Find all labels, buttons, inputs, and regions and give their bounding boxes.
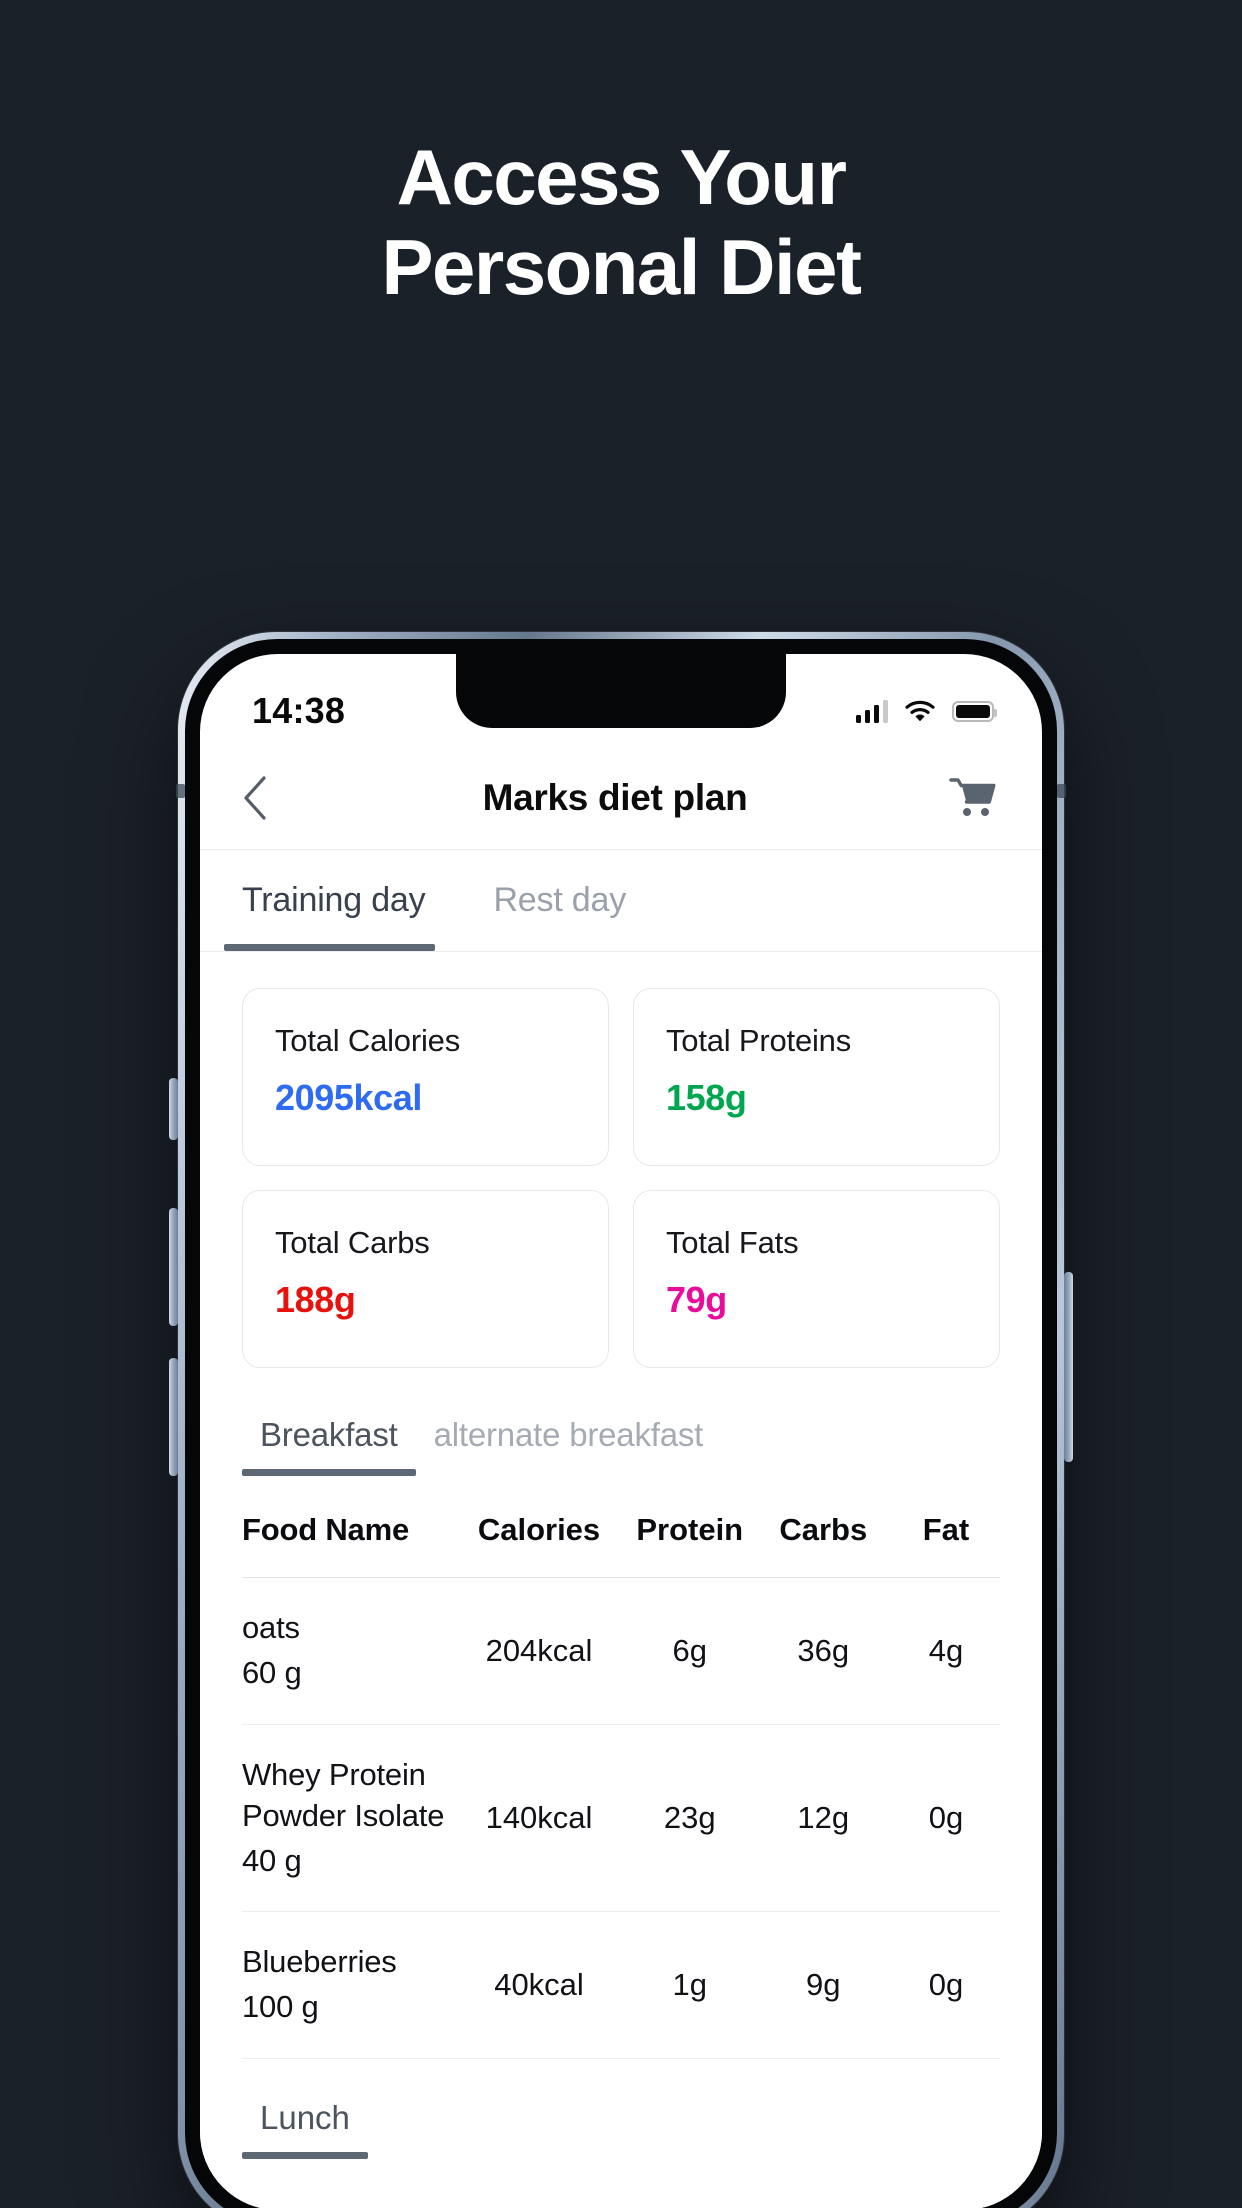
- antenna-seam-left: [176, 784, 185, 798]
- total-fats-value: 79g: [666, 1279, 727, 1320]
- promo-screenshot: Access Your Personal Diet 14:38 Marks di…: [0, 0, 1242, 2208]
- table-row[interactable]: Blueberries 100 g 40kcal 1g 9g 0g: [242, 1912, 1000, 2060]
- fat-cell: 0g: [928, 1967, 964, 2003]
- total-proteins-card: Total Proteins 158g: [633, 988, 1000, 1166]
- total-calories-value: 2095kcal: [275, 1077, 422, 1118]
- shopping-cart-icon: [949, 777, 996, 816]
- app-navigation-bar: Marks diet plan: [200, 746, 1042, 850]
- cart-button[interactable]: [942, 775, 1000, 821]
- column-header-calories: Calories: [477, 1512, 601, 1548]
- headline-line-1: Access Your: [396, 133, 847, 221]
- tab-lunch[interactable]: Lunch: [242, 2099, 368, 2160]
- total-carbs-label: Total Carbs: [275, 1225, 430, 1260]
- column-header-carbs: Carbs: [779, 1512, 868, 1548]
- food-name-text: oats: [242, 1609, 300, 1645]
- volume-down-button[interactable]: [169, 1358, 178, 1476]
- food-name-text: Whey Protein Powder Isolate: [242, 1756, 445, 1833]
- carbs-cell: 12g: [797, 1800, 850, 1836]
- total-carbs-value: 188g: [275, 1279, 356, 1320]
- calories-cell: 140kcal: [485, 1800, 593, 1836]
- meal-tab-bar: Breakfast alternate breakfast: [200, 1416, 1042, 1476]
- tab-breakfast-label: Breakfast: [260, 1416, 398, 1453]
- page-title: Marks diet plan: [482, 776, 748, 818]
- carbs-cell: 9g: [806, 1967, 841, 2003]
- tab-training-day-label: Training day: [242, 881, 426, 919]
- phone-screen: 14:38 Marks diet plan Training day Rest …: [200, 654, 1042, 2208]
- food-name-cell: oats 60 g: [242, 1608, 453, 1694]
- plan-content: Total Calories 2095kcal Total Proteins 1…: [200, 952, 1042, 2208]
- chevron-left-icon: [244, 775, 266, 820]
- tab-alternate-breakfast-label: alternate breakfast: [433, 1416, 704, 1453]
- protein-cell: 23g: [663, 1800, 716, 1836]
- total-fats-card: Total Fats 79g: [633, 1190, 1000, 1368]
- calories-cell: 40kcal: [494, 1967, 584, 2003]
- phone-mockup: 14:38 Marks diet plan Training day Rest …: [169, 632, 1073, 2208]
- total-proteins-value: 158g: [666, 1077, 747, 1118]
- wifi-icon: [905, 700, 935, 722]
- fat-cell: 0g: [928, 1800, 964, 1836]
- silent-switch-button[interactable]: [169, 1078, 178, 1140]
- food-qty-text: 60 g: [242, 1654, 302, 1690]
- food-qty-text: 40 g: [242, 1842, 302, 1878]
- food-name-cell: Blueberries 100 g: [242, 1942, 453, 2028]
- power-button[interactable]: [1064, 1272, 1073, 1462]
- headline-line-2: Personal Diet: [381, 223, 862, 312]
- column-header-fat: Fat: [922, 1512, 970, 1548]
- tab-alternate-breakfast[interactable]: alternate breakfast: [416, 1416, 722, 1476]
- total-fats-label: Total Fats: [666, 1225, 799, 1260]
- table-row[interactable]: oats 60 g 204kcal 6g 36g 4g: [242, 1578, 1000, 1725]
- phone-bezel: 14:38 Marks diet plan Training day Rest …: [185, 639, 1057, 2208]
- totals-card-grid: Total Calories 2095kcal Total Proteins 1…: [200, 952, 1042, 1368]
- tab-lunch-label: Lunch: [260, 2099, 350, 2137]
- food-name-text: Blueberries: [242, 1944, 397, 1980]
- tab-training-day[interactable]: Training day: [200, 850, 459, 951]
- tab-rest-day-label: Rest day: [493, 881, 627, 919]
- column-header-food-name: Food Name: [242, 1512, 409, 1547]
- status-icons: [855, 699, 997, 723]
- fat-cell: 4g: [928, 1632, 964, 1668]
- tab-breakfast[interactable]: Breakfast: [242, 1416, 416, 1476]
- calories-cell: 204kcal: [485, 1632, 593, 1668]
- table-row[interactable]: Whey Protein Powder Isolate 40 g 140kcal…: [242, 1725, 1000, 1913]
- protein-cell: 6g: [672, 1632, 707, 1668]
- total-proteins-label: Total Proteins: [666, 1023, 852, 1058]
- column-header-protein: Protein: [636, 1512, 744, 1548]
- food-table: Food Name Calories Protein Carbs Fat oat…: [200, 1476, 1042, 2060]
- protein-cell: 1g: [672, 1967, 707, 2003]
- promo-headline: Access Your Personal Diet: [0, 132, 1242, 313]
- food-name-cell: Whey Protein Powder Isolate 40 g: [242, 1755, 453, 1882]
- screen-notch: [456, 654, 786, 728]
- total-calories-card: Total Calories 2095kcal: [242, 988, 609, 1166]
- total-calories-label: Total Calories: [275, 1023, 461, 1058]
- tab-rest-day[interactable]: Rest day: [459, 850, 660, 951]
- status-time: 14:38: [252, 690, 346, 731]
- total-carbs-card: Total Carbs 188g: [242, 1190, 609, 1368]
- lunch-tab-bar: Lunch: [200, 2059, 1042, 2160]
- day-tab-bar: Training day Rest day: [200, 850, 1042, 952]
- cellular-bars-icon: [855, 699, 888, 723]
- food-qty-text: 100 g: [242, 1989, 319, 2025]
- battery-icon: [952, 700, 997, 722]
- carbs-cell: 36g: [797, 1632, 850, 1668]
- antenna-seam-right: [1057, 784, 1066, 798]
- volume-up-button[interactable]: [169, 1208, 178, 1326]
- table-header-row: Food Name Calories Protein Carbs Fat: [242, 1476, 1000, 1578]
